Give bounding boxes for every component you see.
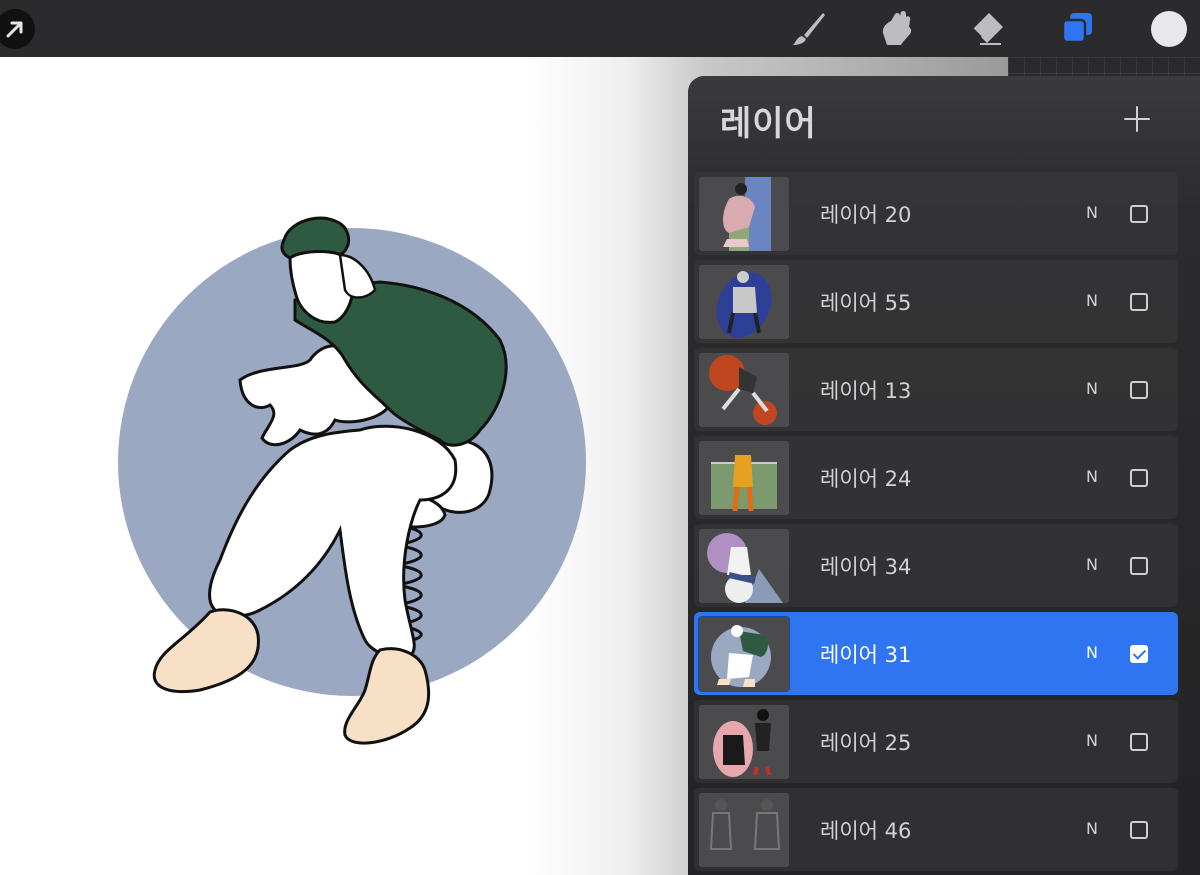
visibility-checkbox[interactable] xyxy=(1130,293,1148,311)
layer-thumbnail-art xyxy=(699,705,789,779)
blend-mode[interactable]: N xyxy=(1086,731,1098,750)
plus-icon xyxy=(1124,106,1150,132)
eraser-icon xyxy=(972,13,1003,45)
layer-thumbnail xyxy=(699,265,789,339)
layers-button[interactable] xyxy=(1054,6,1100,52)
layer-thumbnail-art xyxy=(699,265,789,339)
layer-name: 레이어 25 xyxy=(820,731,912,755)
smudge-icon xyxy=(882,10,912,46)
layer-row[interactable]: 레이어 25 N xyxy=(694,700,1178,783)
blend-mode[interactable]: N xyxy=(1086,203,1098,222)
layer-thumbnail xyxy=(699,177,789,251)
modify-button[interactable] xyxy=(0,6,38,52)
color-swatch-icon xyxy=(1151,11,1187,47)
layer-name: 레이어 34 xyxy=(820,555,912,579)
layer-row[interactable]: 레이어 46 N xyxy=(694,788,1178,871)
visibility-checkbox[interactable] xyxy=(1130,557,1148,575)
layer-row[interactable]: 레이어 13 N xyxy=(694,348,1178,431)
layer-name: 레이어 31 xyxy=(820,643,912,667)
visibility-checkbox[interactable] xyxy=(1130,205,1148,223)
layer-thumbnail-art xyxy=(699,617,789,691)
layer-thumbnail xyxy=(698,616,790,692)
layers-icon xyxy=(1061,13,1092,44)
layer-thumbnail xyxy=(699,441,789,515)
layers-panel: 레이어 레이어 20 N 레이어 55 N 레이어 13 N 레이어 24 N … xyxy=(688,76,1200,875)
layer-row-selected[interactable]: 레이어 31 N xyxy=(694,612,1178,695)
eraser-button[interactable] xyxy=(964,6,1010,52)
smudge-button[interactable] xyxy=(874,6,920,52)
top-toolbar xyxy=(0,0,1200,57)
layer-row[interactable]: 레이어 55 N xyxy=(694,260,1178,343)
layer-thumbnail-art xyxy=(699,793,789,867)
layer-thumbnail xyxy=(699,529,789,603)
visibility-checkbox[interactable] xyxy=(1130,469,1148,487)
visibility-checkbox[interactable] xyxy=(1130,733,1148,751)
panel-title: 레이어 xyxy=(720,104,817,144)
layer-name: 레이어 20 xyxy=(820,203,912,227)
layer-row[interactable]: 레이어 34 N xyxy=(694,524,1178,607)
layer-name: 레이어 55 xyxy=(820,291,912,315)
blend-mode[interactable]: N xyxy=(1086,467,1098,486)
layer-row[interactable]: 레이어 20 N xyxy=(694,172,1178,255)
visibility-checkbox[interactable] xyxy=(1130,821,1148,839)
layer-thumbnail xyxy=(699,353,789,427)
blend-mode[interactable]: N xyxy=(1086,555,1098,574)
visibility-checkbox-checked[interactable] xyxy=(1130,645,1148,663)
arrow-cursor-icon xyxy=(0,9,35,49)
brush-button[interactable] xyxy=(786,6,832,52)
color-button[interactable] xyxy=(1146,6,1192,52)
layer-thumbnail-art xyxy=(699,441,789,515)
visibility-checkbox[interactable] xyxy=(1130,381,1148,399)
blend-mode[interactable]: N xyxy=(1086,643,1098,662)
layer-name: 레이어 24 xyxy=(820,467,912,491)
brush-icon xyxy=(793,13,825,45)
layer-thumbnail xyxy=(699,705,789,779)
blend-mode[interactable]: N xyxy=(1086,819,1098,838)
blend-mode[interactable]: N xyxy=(1086,291,1098,310)
blend-mode[interactable]: N xyxy=(1086,379,1098,398)
layer-thumbnail-art xyxy=(699,529,789,603)
layer-name: 레이어 46 xyxy=(820,819,912,843)
layer-row[interactable]: 레이어 24 N xyxy=(694,436,1178,519)
add-layer-button[interactable] xyxy=(1122,104,1152,134)
layer-thumbnail-art xyxy=(699,177,789,251)
layer-thumbnail-art xyxy=(699,353,789,427)
layer-name: 레이어 13 xyxy=(820,379,912,403)
layer-thumbnail xyxy=(699,793,789,867)
